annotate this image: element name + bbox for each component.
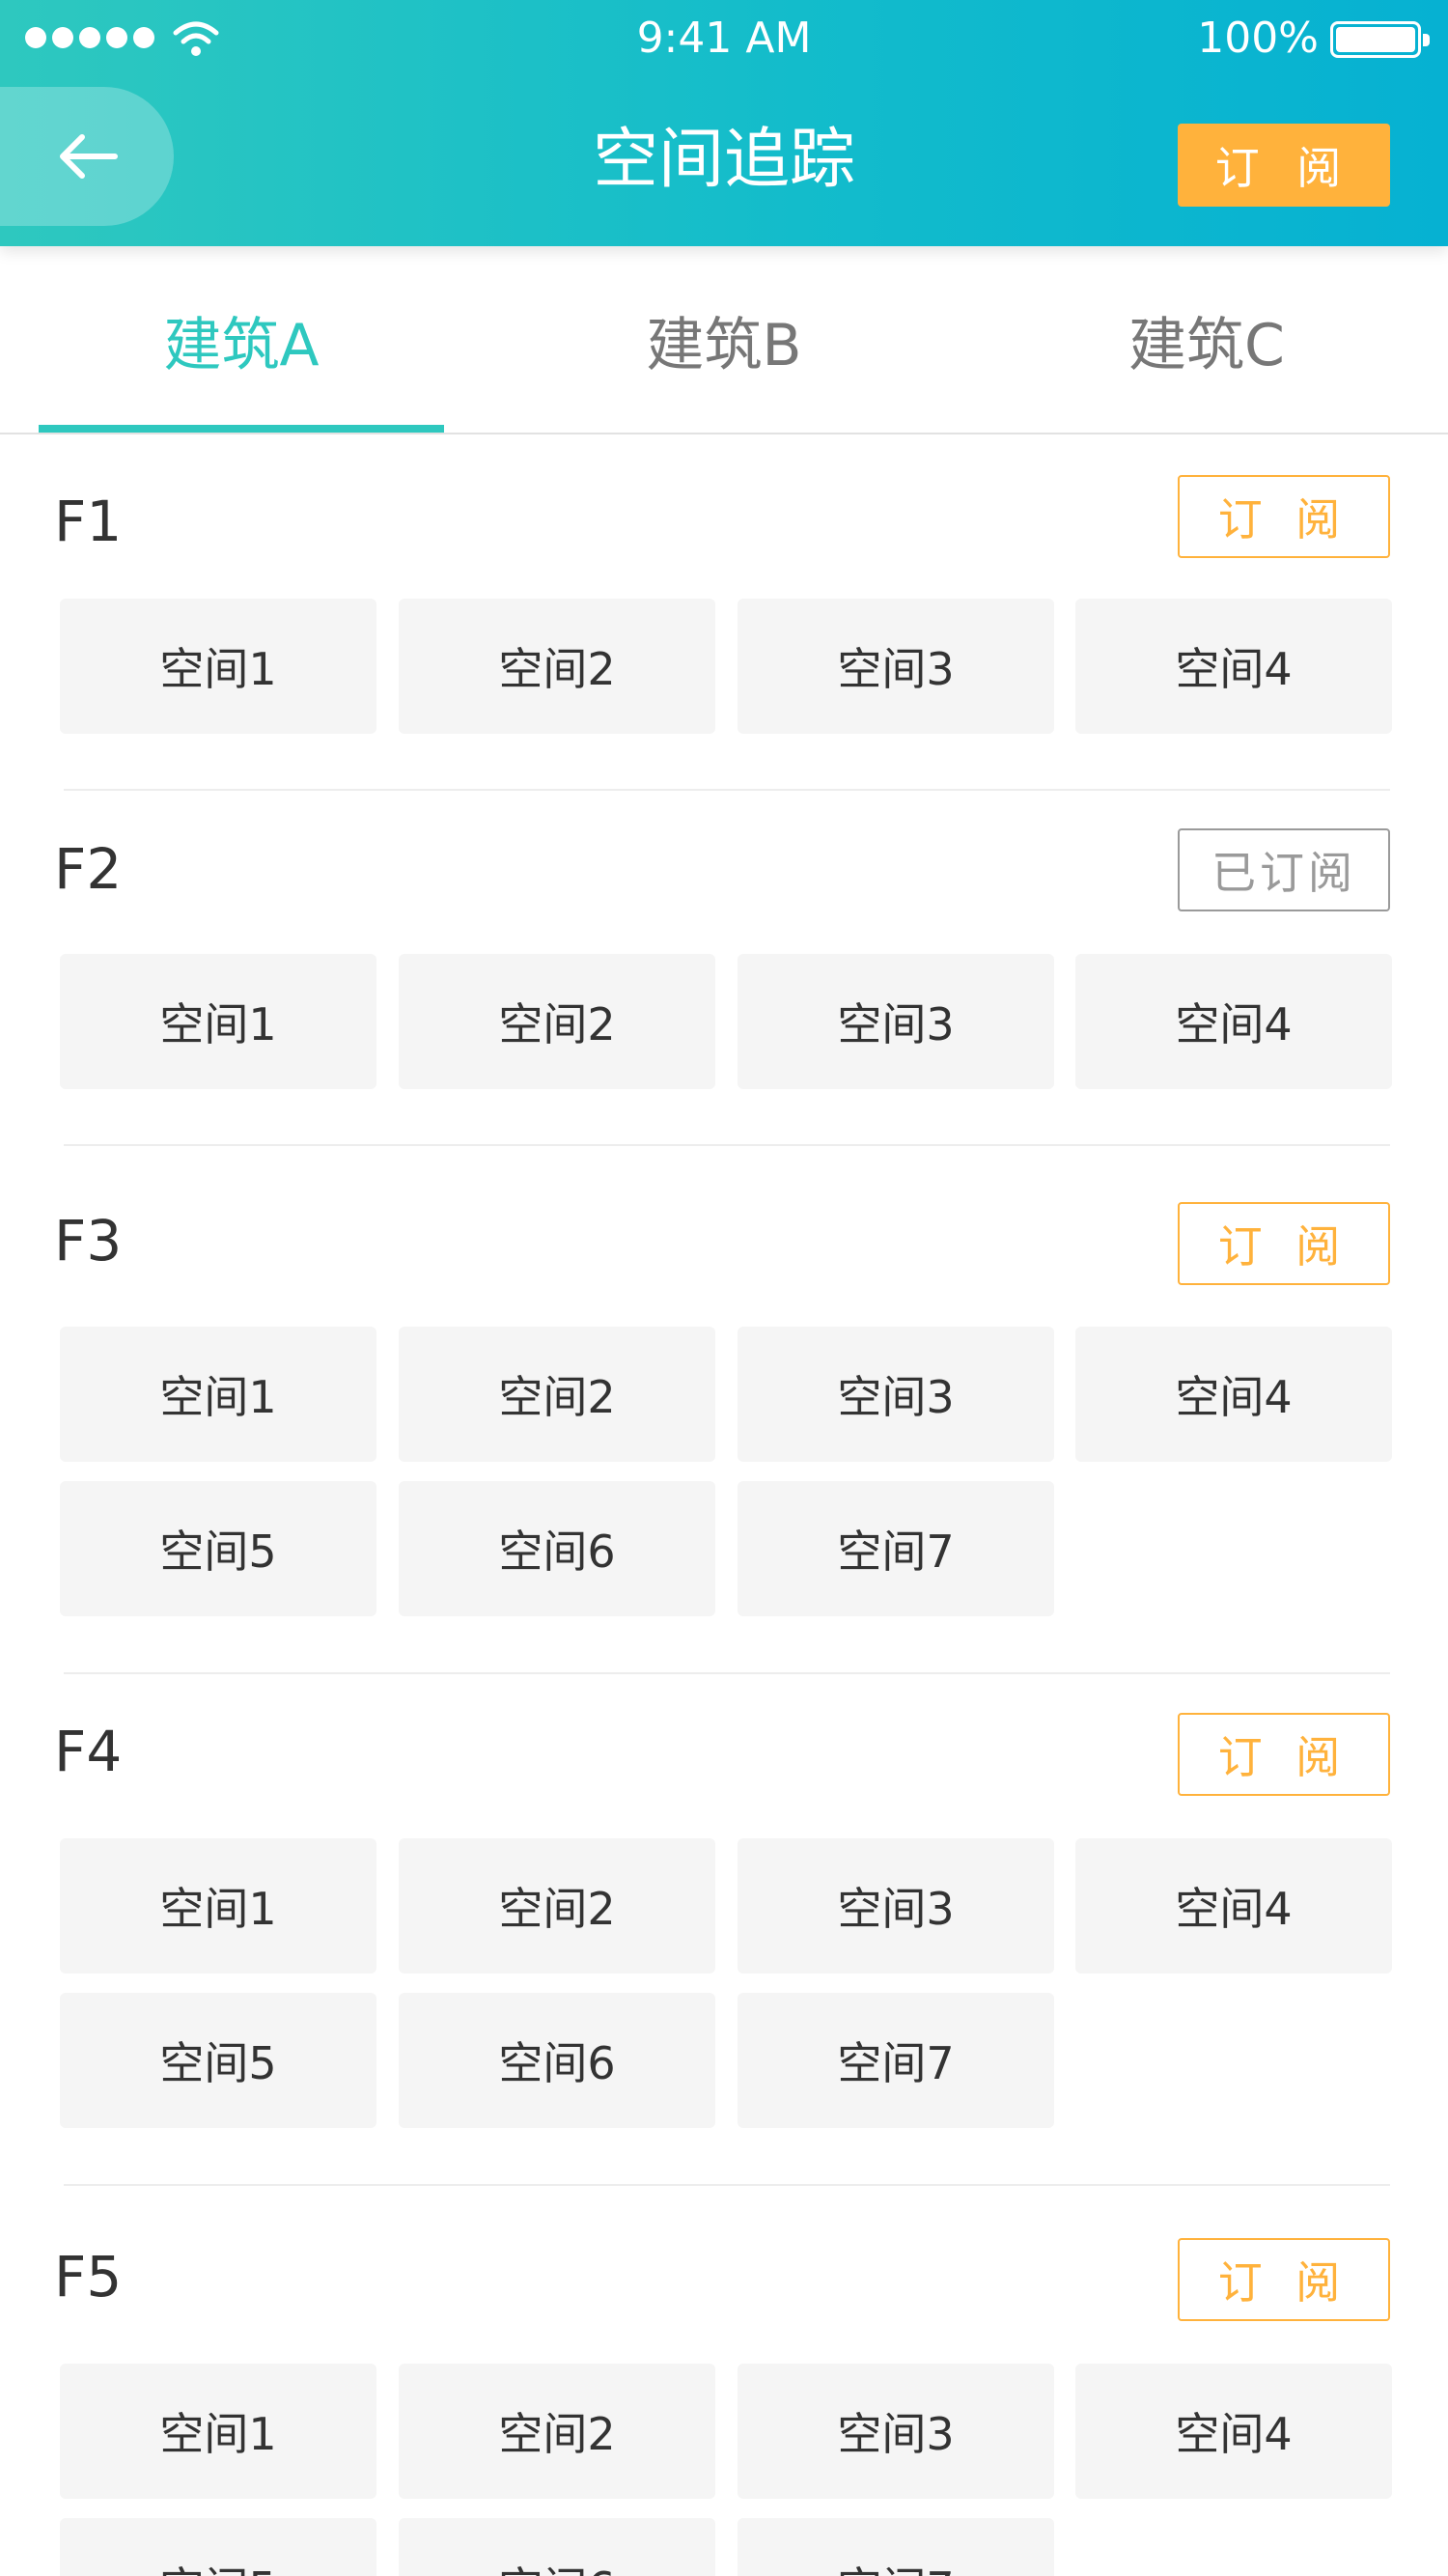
app-header: 9:41 AM 100% 空间追踪 订 阅: [0, 0, 1448, 246]
room-tile[interactable]: 空间4: [1075, 1838, 1392, 1974]
floor-label: F4: [54, 1719, 123, 1784]
room-tile[interactable]: 空间3: [738, 1838, 1054, 1974]
room-tile[interactable]: 空间1: [60, 954, 376, 1089]
room-tile[interactable]: 空间7: [738, 1993, 1054, 2128]
active-tab-indicator: [39, 425, 444, 433]
tab-building-c[interactable]: 建筑C: [1004, 246, 1409, 434]
room-tile[interactable]: 空间2: [399, 599, 715, 734]
floor-subscribe-button[interactable]: 订 阅: [1178, 1202, 1390, 1285]
room-tile[interactable]: 空间6: [399, 1481, 715, 1616]
floor-subscribed-button[interactable]: 已订阅: [1178, 828, 1390, 911]
floor-label: F2: [54, 836, 123, 902]
status-bar: 9:41 AM 100%: [0, 0, 1448, 83]
room-tile[interactable]: 空间5: [60, 2518, 376, 2576]
section-divider: [64, 2184, 1390, 2186]
room-tile[interactable]: 空间5: [60, 1481, 376, 1616]
battery-percentage: 100%: [1197, 14, 1319, 63]
room-tile[interactable]: 空间7: [738, 1481, 1054, 1616]
floor-label: F5: [54, 2244, 123, 2310]
floor-subscribe-button[interactable]: 订 阅: [1178, 475, 1390, 558]
room-tile[interactable]: 空间6: [399, 1993, 715, 2128]
room-tile[interactable]: 空间2: [399, 1327, 715, 1462]
floor-label: F1: [54, 489, 123, 554]
floor-subscribe-button[interactable]: 订 阅: [1178, 2238, 1390, 2321]
building-tabs: 建筑A 建筑B 建筑C: [0, 246, 1448, 434]
room-tile[interactable]: 空间3: [738, 599, 1054, 734]
header-subscribe-button[interactable]: 订 阅: [1178, 124, 1390, 207]
room-tile[interactable]: 空间7: [738, 2518, 1054, 2576]
room-tile[interactable]: 空间2: [399, 1838, 715, 1974]
room-tile[interactable]: 空间5: [60, 1993, 376, 2128]
section-divider: [64, 1672, 1390, 1674]
room-tile[interactable]: 空间2: [399, 2364, 715, 2499]
room-tile[interactable]: 空间1: [60, 2364, 376, 2499]
room-tile[interactable]: 空间2: [399, 954, 715, 1089]
room-tile[interactable]: 空间6: [399, 2518, 715, 2576]
app-screen: 9:41 AM 100% 空间追踪 订 阅 建筑A 建筑B 建筑C F1 订 阅…: [0, 0, 1448, 2576]
tab-building-a[interactable]: 建筑A: [39, 246, 444, 434]
tab-building-b[interactable]: 建筑B: [521, 246, 927, 434]
room-tile[interactable]: 空间1: [60, 599, 376, 734]
room-tile[interactable]: 空间1: [60, 1327, 376, 1462]
battery-icon: [1330, 21, 1430, 58]
room-tile[interactable]: 空间3: [738, 1327, 1054, 1462]
room-tile[interactable]: 空间3: [738, 2364, 1054, 2499]
room-tile[interactable]: 空间1: [60, 1838, 376, 1974]
room-tile[interactable]: 空间4: [1075, 1327, 1392, 1462]
room-tile[interactable]: 空间4: [1075, 599, 1392, 734]
room-tile[interactable]: 空间4: [1075, 954, 1392, 1089]
section-divider: [64, 789, 1390, 791]
section-divider: [64, 1144, 1390, 1146]
room-tile[interactable]: 空间4: [1075, 2364, 1392, 2499]
room-tile[interactable]: 空间3: [738, 954, 1054, 1089]
floor-subscribe-button[interactable]: 订 阅: [1178, 1713, 1390, 1796]
floor-label: F3: [54, 1208, 123, 1274]
